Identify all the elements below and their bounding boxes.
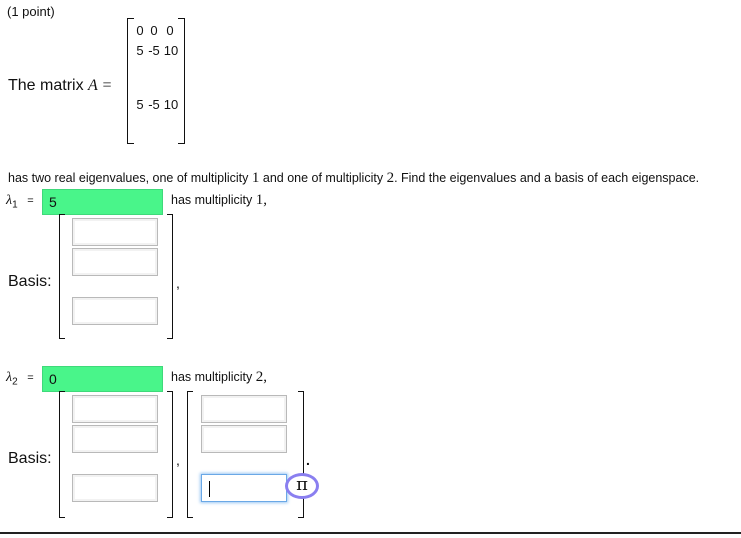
- basis2-label: Basis:: [8, 450, 52, 467]
- matrix-cell: 10: [163, 97, 179, 112]
- matrix-cell: 10: [163, 43, 179, 58]
- lambda2-answer-field[interactable]: 0: [42, 366, 163, 392]
- basis1-vector1-entry3-input[interactable]: [72, 297, 158, 325]
- multiplicity-2-text: 2: [386, 170, 395, 186]
- basis1-vector1-entry2-input[interactable]: [72, 248, 158, 276]
- basis1-comma: ,: [176, 275, 180, 291]
- basis1-vector-right-bracket: [167, 214, 173, 339]
- basis2-vector1-entry2-input[interactable]: [72, 425, 158, 453]
- matrix-left-bracket: [127, 18, 134, 144]
- lambda2-multiplicity: has multiplicity 2,: [171, 369, 267, 386]
- matrix-cell: 0: [136, 23, 144, 38]
- basis1-vector1-entry1-input[interactable]: [72, 218, 158, 246]
- matrix-cell: -5: [148, 43, 160, 58]
- basis2-period: .: [306, 452, 310, 468]
- basis1-label: Basis:: [8, 273, 52, 290]
- multiplicity-text: has multiplicity: [171, 193, 253, 207]
- basis2-vector1-right-bracket: [167, 391, 173, 518]
- bottom-divider: [0, 532, 741, 534]
- text-caret: [209, 481, 210, 497]
- basis2-vector2-entry3-input[interactable]: [201, 474, 287, 502]
- lambda-subscript: 1: [12, 199, 18, 211]
- multiplicity-text: has multiplicity: [171, 370, 253, 384]
- lambda2-label: λ2 =: [6, 369, 34, 388]
- multiplicity-value: 2,: [255, 369, 268, 385]
- problem-text: has two real eigenvalues, one of multipl…: [8, 171, 249, 185]
- matrix-right-bracket: [178, 18, 185, 144]
- basis2-vector2-left-bracket: [187, 391, 193, 518]
- matrix-symbol: A =: [88, 77, 113, 94]
- basis2-comma: ,: [176, 452, 180, 468]
- lambda-subscript: 2: [12, 376, 18, 388]
- equals-sign: =: [27, 195, 34, 207]
- basis1-vector-left-bracket: [59, 214, 65, 339]
- problem-statement: has two real eigenvalues, one of multipl…: [8, 170, 699, 187]
- matrix-cell: 5: [136, 97, 144, 112]
- problem-text: . Find the eigenvalues and a basis of ea…: [394, 171, 700, 185]
- lambda1-answer-field[interactable]: 5: [42, 189, 163, 215]
- lambda1-multiplicity: has multiplicity 1,: [171, 192, 267, 209]
- problem-text: and one of multiplicity: [262, 171, 384, 185]
- basis2-vector1-entry3-input[interactable]: [72, 474, 158, 502]
- multiplicity-1-text: 1: [251, 170, 260, 186]
- equals-sign: =: [27, 372, 34, 384]
- basis2-vector1-entry1-input[interactable]: [72, 395, 158, 423]
- basis2-vector2-entry2-input[interactable]: [201, 425, 287, 453]
- basis2-vector1-left-bracket: [59, 391, 65, 518]
- matrix-prefix: The matrix: [8, 77, 84, 94]
- lambda1-label: λ1 =: [6, 192, 34, 211]
- basis2-vector2-entry1-input[interactable]: [201, 395, 287, 423]
- matrix-label: The matrix A =: [8, 77, 112, 95]
- matrix-cell: 5: [136, 43, 144, 58]
- pi-symbol-button[interactable]: π: [285, 473, 319, 499]
- points-label: (1 point): [7, 4, 55, 19]
- multiplicity-value: 1,: [255, 192, 268, 208]
- matrix-cell: 0: [150, 23, 158, 38]
- matrix-cell: -5: [148, 97, 160, 112]
- matrix-cell: 0: [166, 23, 174, 38]
